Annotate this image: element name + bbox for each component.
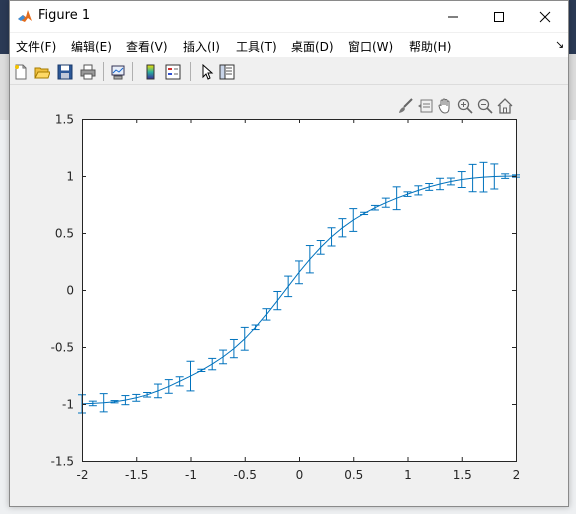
figure-window: Figure 1 文件(F) 编辑(E) 查看(V) 插入(I) 工具(T) 桌… [9, 0, 569, 507]
x-tick-label: 1.5 [453, 468, 472, 482]
y-tick-label: 0.5 [55, 227, 74, 241]
y-tick-label: -0.5 [51, 341, 74, 355]
x-tick-label: -0.5 [234, 468, 257, 482]
y-tick-label: 0 [66, 284, 74, 298]
plot-area[interactable]: -2 -1.5 -1 -0.5 0 0.5 1 1.5 2-1.5-1-0.500.511.5 [10, 1, 568, 506]
x-tick-label: 2 [513, 468, 521, 482]
x-tick-label: -1 [185, 468, 197, 482]
x-tick-label: -2 [77, 468, 89, 482]
y-tick-label: -1.5 [51, 455, 74, 469]
y-tick-label: -1 [62, 398, 74, 412]
axes-background [82, 119, 516, 461]
y-tick-label: 1 [66, 170, 74, 184]
x-tick-label: -1.5 [125, 468, 148, 482]
x-tick-label: 0.5 [344, 468, 363, 482]
y-tick-label: 1.5 [55, 113, 74, 127]
x-tick-label: 1 [404, 468, 412, 482]
x-tick-label: 0 [296, 468, 304, 482]
